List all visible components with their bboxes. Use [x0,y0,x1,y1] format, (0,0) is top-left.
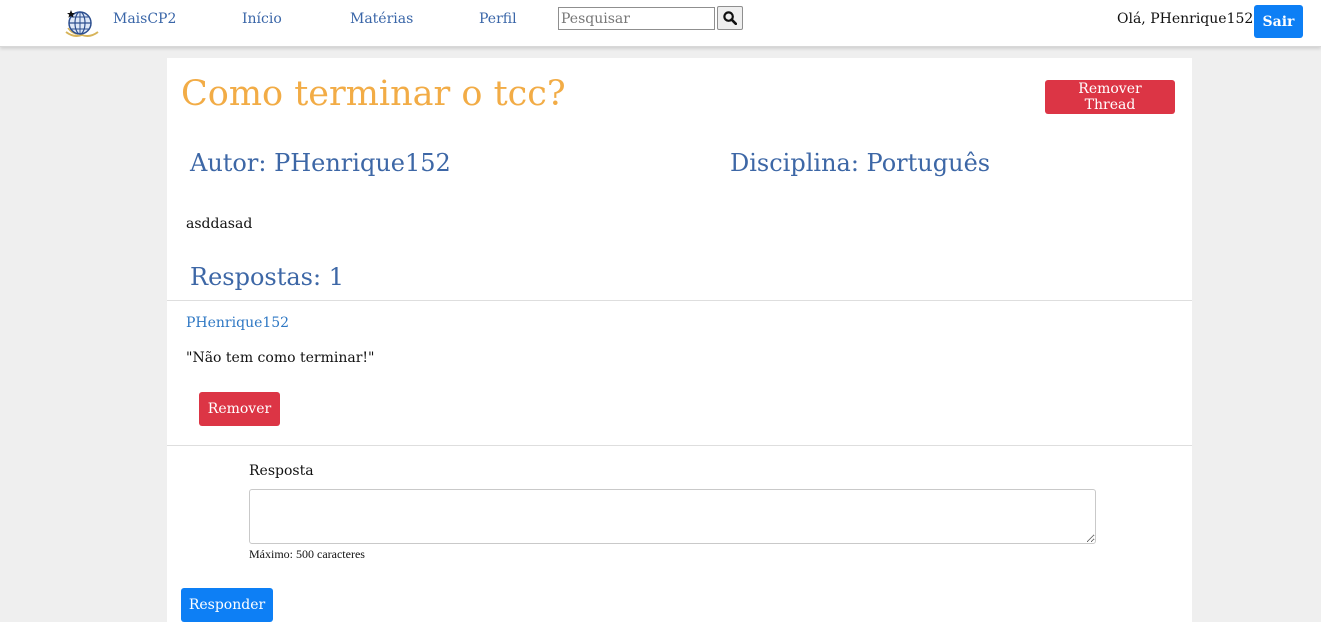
thread-card: Como terminar o tcc? Remover Thread Auto… [167,58,1192,622]
divider [167,445,1192,446]
character-limit-hint: Máximo: 500 caracteres [249,547,365,561]
reply-text: "Não tem como terminar!" [186,350,375,366]
globe-icon[interactable] [64,8,100,38]
top-navbar: MaisCP2 Início Matérias Perfil Olá, PHen… [0,0,1321,47]
user-greeting: Olá, PHenrique152 [1117,11,1254,27]
search-input[interactable] [558,7,715,30]
logout-button[interactable]: Sair [1254,5,1303,38]
thread-subject: Disciplina: Português [730,149,991,177]
reply-author-link[interactable]: PHenrique152 [186,315,289,331]
reply-textarea[interactable] [249,489,1096,544]
remove-reply-button[interactable]: Remover [199,392,280,426]
nav-link-materias[interactable]: Matérias [350,11,413,27]
thread-body: asddasad [186,216,253,232]
remove-thread-button[interactable]: Remover Thread [1045,80,1175,114]
submit-reply-button[interactable]: Responder [181,588,273,622]
thread-title: Como terminar o tcc? [181,74,566,114]
nav-link-inicio[interactable]: Início [242,11,282,27]
brand-link[interactable]: MaisCP2 [113,11,176,27]
thread-author: Autor: PHenrique152 [190,149,451,177]
magnifier-icon [723,11,737,25]
nav-link-perfil[interactable]: Perfil [479,11,517,27]
replies-count-heading: Respostas: 1 [190,263,344,291]
divider [167,300,1192,301]
search-button[interactable] [717,6,743,30]
reply-label: Resposta [249,463,314,479]
